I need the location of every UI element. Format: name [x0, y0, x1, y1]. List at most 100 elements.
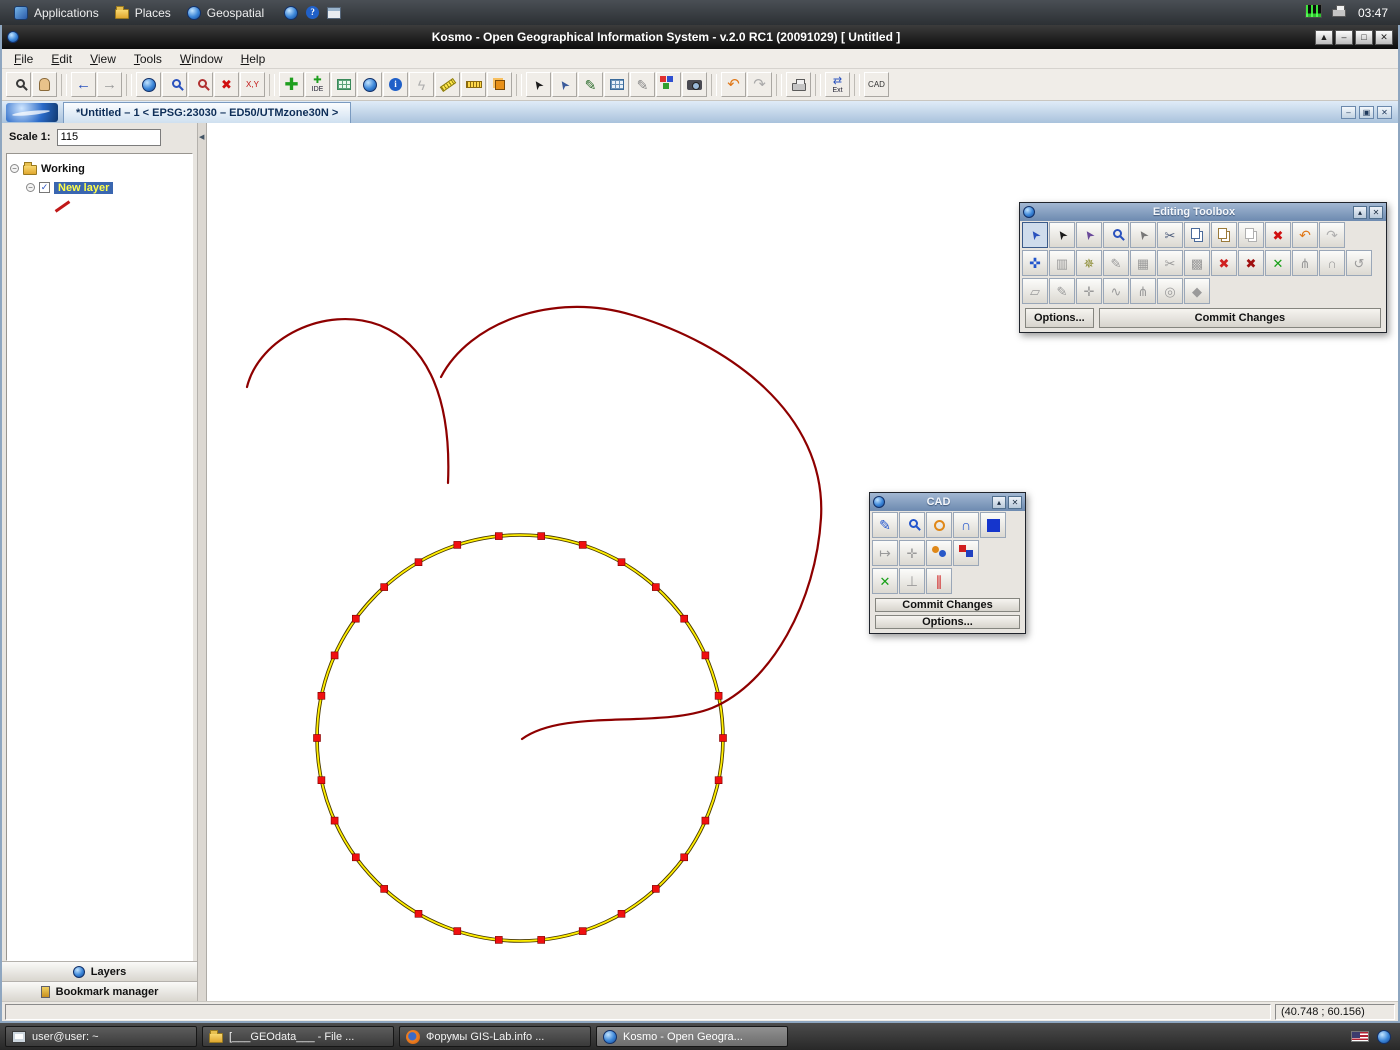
add-layer-button[interactable]: ✚	[279, 72, 304, 97]
cad-two-squares-button[interactable]	[953, 540, 979, 566]
vertex-handle[interactable]	[538, 936, 545, 943]
vertex-handle[interactable]	[381, 584, 388, 591]
cad-axes-button[interactable]: ✛	[899, 540, 925, 566]
add-ide-layer-button[interactable]: ✚IDE	[305, 72, 330, 97]
kosmo-launcher-button[interactable]	[284, 6, 298, 20]
vertex-handle[interactable]	[702, 652, 709, 659]
vertex-handle[interactable]	[495, 533, 502, 540]
fork-node-button[interactable]: ⋔	[1292, 250, 1318, 276]
document-tab[interactable]: *Untitled – 1 < EPSG:23030 – ED50/UTMzon…	[63, 102, 351, 123]
cad-fill-button[interactable]	[980, 512, 1006, 538]
draw-polyline-button[interactable]: ∿	[1103, 278, 1129, 304]
delete-button[interactable]: ✖	[1265, 222, 1291, 248]
vertex-handle[interactable]	[618, 910, 625, 917]
vertex-handle[interactable]	[681, 615, 688, 622]
pin-button[interactable]: ▴	[1353, 206, 1367, 219]
select-button[interactable]: ➤	[526, 72, 551, 97]
vertex-handle[interactable]	[352, 854, 359, 861]
implode-feature-button[interactable]: ✖	[1238, 250, 1264, 276]
flag-point-button[interactable]: ◆	[1184, 278, 1210, 304]
vertex-handle[interactable]	[495, 936, 502, 943]
edit-feature-button[interactable]: ✎	[578, 72, 603, 97]
cad-draw-line-button[interactable]: ✎	[872, 512, 898, 538]
vertex-handle[interactable]	[652, 885, 659, 892]
vertex-handle[interactable]	[352, 615, 359, 622]
cad-commit-changes-button[interactable]: Commit Changes	[875, 598, 1020, 612]
cad-perpendicular-button[interactable]: ⊥	[899, 568, 925, 594]
cad-panel-titlebar[interactable]: CAD ▴✕	[870, 493, 1025, 511]
keyboard-layout-flag-icon[interactable]	[1351, 1031, 1369, 1042]
places-menu[interactable]: Places	[107, 4, 179, 22]
system-monitor-tray-icon[interactable]	[1305, 4, 1322, 21]
vertex-handle[interactable]	[318, 692, 325, 699]
editing-toolbox-titlebar[interactable]: Editing Toolbox ▴✕	[1020, 203, 1386, 221]
minimize-frame-button[interactable]: –	[1341, 106, 1356, 119]
firefox-window-task-button[interactable]: Форумы GIS-Lab.info ...	[399, 1026, 591, 1047]
vertex-handle[interactable]	[715, 692, 722, 699]
kosmo-window-task-button[interactable]: Kosmo - Open Geogra...	[596, 1026, 788, 1047]
layer-row[interactable]: New layer	[10, 178, 189, 197]
line-feature-2[interactable]	[441, 307, 821, 739]
vertex-handle[interactable]	[314, 735, 321, 742]
add-catalog-button[interactable]	[357, 72, 382, 97]
paste-button[interactable]	[1211, 222, 1237, 248]
title-bar[interactable]: Kosmo - Open Geographical Information Sy…	[2, 25, 1398, 49]
cad-toggle-button[interactable]: CAD	[864, 72, 889, 97]
minimize-button[interactable]: –	[1335, 30, 1353, 45]
editing-toolbox-panel[interactable]: Editing Toolbox ▴✕ ➤➤➤➤✂✖↶↷ ✜▥✵✎▦✂▩✖✖✕⋔∩…	[1019, 202, 1387, 333]
vertex-handle[interactable]	[331, 652, 338, 659]
close-button[interactable]: ✕	[1375, 30, 1393, 45]
mirror-feature-button[interactable]: ▥	[1049, 250, 1075, 276]
cad-arc-select-button[interactable]	[899, 512, 925, 538]
cad-options-button[interactable]: Options...	[875, 615, 1020, 629]
vertex-handle[interactable]	[331, 817, 338, 824]
undo-edit-button[interactable]: ↶	[1292, 222, 1318, 248]
cad-arc-button[interactable]: ∩	[953, 512, 979, 538]
line-feature-1[interactable]	[247, 319, 448, 483]
paste-attributes-button[interactable]	[1238, 222, 1264, 248]
select-vertex-button[interactable]: ➤	[1076, 222, 1102, 248]
menu-help[interactable]: Help	[233, 50, 274, 68]
vertex-handle[interactable]	[720, 735, 727, 742]
options-button[interactable]: Options...	[1025, 308, 1094, 328]
commit-changes-button[interactable]: Commit Changes	[1099, 308, 1381, 328]
selected-circle-feature[interactable]	[317, 535, 723, 941]
select-by-query-button[interactable]: ➤	[552, 72, 577, 97]
add-table-button[interactable]	[331, 72, 356, 97]
xy-coordinates-button[interactable]: X,Y	[240, 72, 265, 97]
bookmark-manager-tab[interactable]: Bookmark manager	[2, 981, 197, 1001]
vertex-handle[interactable]	[715, 777, 722, 784]
tree-root-label[interactable]: Working	[41, 163, 85, 175]
undo-button[interactable]: ↶	[721, 72, 746, 97]
vertex-handle[interactable]	[381, 885, 388, 892]
merge-features-button[interactable]: ▩	[1184, 250, 1210, 276]
geospatial-menu[interactable]: Geospatial	[179, 4, 272, 22]
cad-circle-button[interactable]	[926, 512, 952, 538]
print-queue-tray-icon[interactable]	[1332, 5, 1346, 20]
menu-view[interactable]: View	[82, 50, 124, 68]
layers-tab[interactable]: Layers	[2, 961, 197, 981]
file-manager-window-task-button[interactable]: [___GEOdata___ - File ...	[202, 1026, 394, 1047]
center-at-point-button[interactable]: ✖	[214, 72, 239, 97]
layer-expand-toggle-icon[interactable]	[26, 183, 35, 192]
check-geometry-button[interactable]: ✕	[1265, 250, 1291, 276]
explode-feature-button[interactable]: ✖	[1211, 250, 1237, 276]
vertex-handle[interactable]	[415, 910, 422, 917]
terminal-window-task-button[interactable]: user@user: ~	[5, 1026, 197, 1047]
add-vertex-button[interactable]: ✛	[1076, 278, 1102, 304]
screenshot-tool-button[interactable]	[327, 7, 341, 19]
menu-tools[interactable]: Tools	[126, 50, 170, 68]
branch-line-button[interactable]: ⋔	[1130, 278, 1156, 304]
menu-window[interactable]: Window	[172, 50, 231, 68]
quick-edit-button[interactable]: ϟ	[409, 72, 434, 97]
draw-pencil-button[interactable]: ✎	[1049, 278, 1075, 304]
symbology-button[interactable]	[656, 72, 681, 97]
tree-root-row[interactable]: Working	[10, 159, 189, 178]
line-style-swatch-icon[interactable]	[55, 200, 71, 212]
vertex-handle[interactable]	[454, 928, 461, 935]
cad-panel[interactable]: CAD ▴✕ ✎∩ ↦✛ ✕⊥∥ Commit Changes Options.…	[869, 492, 1026, 634]
zoom-to-selection-button[interactable]	[1103, 222, 1129, 248]
zoom-next-button[interactable]: →	[97, 72, 122, 97]
rotate-copy-button[interactable]: ↺	[1346, 250, 1372, 276]
layer-info-button[interactable]: i	[383, 72, 408, 97]
